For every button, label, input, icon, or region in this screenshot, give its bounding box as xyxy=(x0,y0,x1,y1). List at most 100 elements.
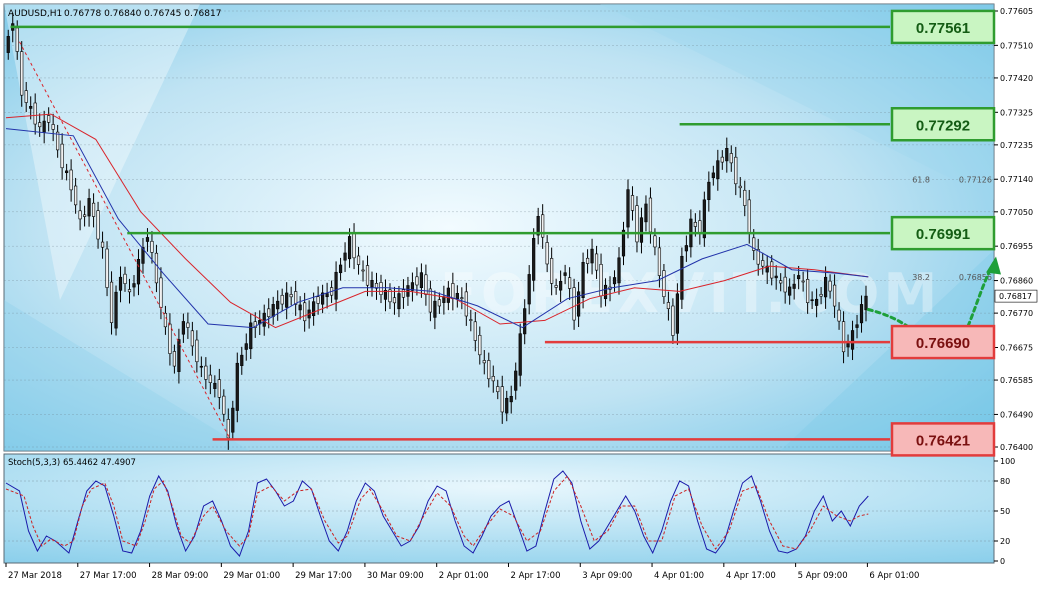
fib-ratio-label: 38.2 xyxy=(912,273,930,282)
chart-window: FOREXVIT.COM 61.8 0.77126 38.2 0.76856 0.77… xyxy=(0,0,1038,588)
resistance-level-label: 0.77292 xyxy=(916,117,970,134)
candle-body xyxy=(289,294,293,298)
candle-body xyxy=(338,264,343,274)
candle-body xyxy=(850,330,855,350)
candle-body xyxy=(779,280,783,284)
current-price-label: 0.76817 xyxy=(999,292,1032,301)
candle-body xyxy=(657,247,662,276)
candle-body xyxy=(82,214,87,217)
candle-body xyxy=(491,376,495,382)
candle-body xyxy=(280,294,284,305)
candle-body xyxy=(168,323,172,354)
candle-body xyxy=(150,240,154,253)
candle-body xyxy=(267,308,271,317)
candle-body xyxy=(87,198,91,217)
time-tick-label: 5 Apr 09:00 xyxy=(798,571,848,581)
candle-body xyxy=(199,365,203,368)
candle-body xyxy=(559,281,563,291)
candle-body xyxy=(437,299,441,307)
candle-body xyxy=(810,299,814,302)
candle-body xyxy=(217,379,221,398)
candle-body xyxy=(343,252,347,261)
time-axis: 27 Mar 2018 27 Mar 17:00 28 Mar 09:00 29 Ma… xyxy=(5,563,919,581)
stoch-tick-label: 100 xyxy=(1000,457,1015,466)
candle-body xyxy=(603,284,608,300)
candle-body xyxy=(478,335,482,356)
candle-body xyxy=(585,257,590,264)
candle-body xyxy=(415,276,419,286)
candle-body xyxy=(639,217,644,243)
candle-body xyxy=(653,235,657,248)
candle-body xyxy=(109,281,114,323)
candle-body xyxy=(792,283,796,289)
candle-body xyxy=(505,397,509,414)
candle-body xyxy=(698,220,702,234)
candle-body xyxy=(514,370,518,391)
price-tick-label: 0.77325 xyxy=(1000,108,1033,117)
candle-body xyxy=(720,156,724,163)
candle-body xyxy=(65,170,69,174)
candle-body xyxy=(361,269,365,272)
candle-body xyxy=(419,272,424,289)
support-level-label: 0.76690 xyxy=(916,335,970,352)
candle-body xyxy=(635,205,639,243)
candle-body xyxy=(747,199,751,234)
price-tick-label: 0.76770 xyxy=(1000,309,1033,318)
price-tick-label: 0.77050 xyxy=(1000,208,1033,217)
candle-body xyxy=(401,289,406,298)
candle-body xyxy=(572,287,576,321)
candle-body xyxy=(590,248,594,264)
candle-body xyxy=(518,333,522,376)
price-tick-label: 0.76400 xyxy=(1000,443,1033,452)
candle-body xyxy=(711,172,715,179)
stoch-tick-label: 0 xyxy=(1000,557,1005,566)
candle-body xyxy=(276,300,280,310)
price-tick-label: 0.77510 xyxy=(1000,41,1033,50)
candle-body xyxy=(172,351,177,367)
candle-body xyxy=(509,395,513,403)
candle-body xyxy=(47,115,51,123)
candle-body xyxy=(78,210,82,220)
candle-body xyxy=(244,343,248,350)
time-tick-label: 30 Mar 09:00 xyxy=(367,571,424,581)
candle-body xyxy=(482,360,486,364)
time-tick-label: 4 Apr 17:00 xyxy=(726,571,776,581)
candle-body xyxy=(473,321,477,341)
candle-body xyxy=(159,277,163,308)
candle-body xyxy=(734,156,738,185)
candle-body xyxy=(729,153,733,164)
candle-body xyxy=(370,280,374,288)
candle-body xyxy=(127,289,132,293)
candle-body xyxy=(684,245,688,252)
chart-canvas[interactable]: FOREXVIT.COM 61.8 0.7712638.2 0.76856 0.77… xyxy=(0,0,1038,588)
price-tick-label: 0.76585 xyxy=(1000,376,1033,385)
candle-body xyxy=(285,292,289,308)
time-tick-label: 2 Apr 01:00 xyxy=(439,571,489,581)
candle-body xyxy=(864,295,868,311)
candle-body xyxy=(500,386,504,413)
candle-body xyxy=(298,304,302,311)
fib-ratio-label: 61.8 xyxy=(912,175,930,184)
candle-body xyxy=(51,124,55,130)
candle-body xyxy=(738,185,742,189)
candle-body xyxy=(15,27,19,52)
candle-body xyxy=(855,324,859,328)
candle-body xyxy=(693,222,697,227)
candle-body xyxy=(594,253,599,271)
stoch-tick-label: 20 xyxy=(1000,537,1010,546)
price-tick-label: 0.77235 xyxy=(1000,141,1033,150)
candle-body xyxy=(29,106,33,109)
candle-body xyxy=(356,255,361,265)
candle-body xyxy=(487,360,491,380)
candle-body xyxy=(716,160,720,180)
candle-body xyxy=(312,301,316,317)
candle-body xyxy=(397,293,401,310)
candle-body xyxy=(451,283,455,299)
candle-body xyxy=(163,312,168,328)
ohlc-header: 0.76778 0.76840 0.76745 0.76817 xyxy=(64,9,221,19)
candle-body xyxy=(60,143,64,169)
candle-body xyxy=(469,319,473,321)
candle-body xyxy=(630,195,635,211)
candle-body xyxy=(365,265,370,286)
candle-body xyxy=(334,271,338,300)
